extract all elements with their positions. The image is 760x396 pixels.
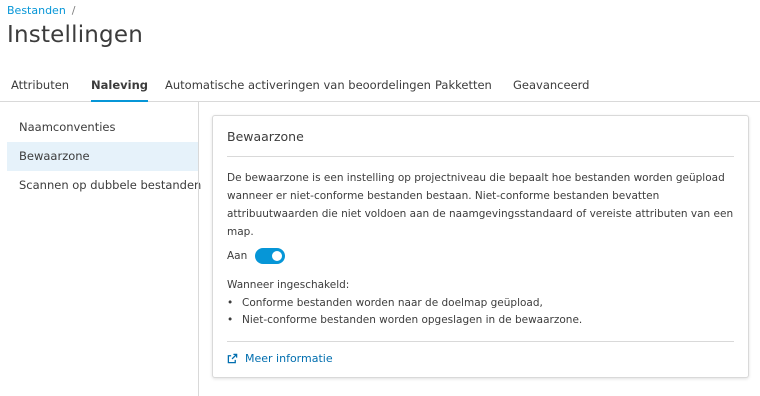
list-item-text: Conforme bestanden worden naar de doelma… bbox=[242, 297, 543, 309]
enabled-bullet-list: • Conforme bestanden worden naar de doel… bbox=[227, 295, 582, 329]
sidebar: Naamconventies Bewaarzone Scannen op dub… bbox=[7, 113, 201, 200]
page-title: Instellingen bbox=[7, 22, 143, 48]
toggle-label: Aan bbox=[227, 250, 248, 262]
tab-geavanceerd[interactable]: Geavanceerd bbox=[513, 78, 589, 101]
meer-informatie-link[interactable]: Meer informatie bbox=[227, 352, 333, 365]
list-item: • Conforme bestanden worden naar de doel… bbox=[227, 295, 582, 312]
card-title: Bewaarzone bbox=[227, 129, 304, 144]
tab-naleving[interactable]: Naleving bbox=[91, 78, 148, 102]
sidebar-item-scannen-dubbele-bestanden[interactable]: Scannen op dubbele bestanden bbox=[7, 171, 201, 200]
breadcrumb-separator: / bbox=[71, 4, 76, 17]
card-description: De bewaarzone is een instelling op proje… bbox=[227, 172, 734, 238]
sidebar-divider bbox=[198, 102, 199, 396]
card-footer-divider bbox=[227, 341, 734, 342]
bewaarzone-toggle[interactable] bbox=[255, 248, 286, 264]
tab-pakketten[interactable]: Pakketten bbox=[435, 78, 492, 101]
tab-bar: Attributen Naleving Automatische activer… bbox=[0, 78, 760, 102]
external-link-icon bbox=[227, 353, 238, 364]
card-title-divider bbox=[227, 156, 734, 157]
tab-attributen[interactable]: Attributen bbox=[11, 78, 69, 101]
toggle-knob bbox=[272, 251, 283, 261]
list-item-text: Niet-conforme bestanden worden opgeslage… bbox=[242, 314, 583, 326]
tab-automatische-activeringen[interactable]: Automatische activeringen van beoordelin… bbox=[165, 78, 431, 101]
toggle-row: Aan bbox=[227, 248, 286, 264]
bullet-dot: • bbox=[227, 297, 234, 309]
meer-informatie-label: Meer informatie bbox=[245, 352, 333, 365]
bullet-dot: • bbox=[227, 314, 234, 326]
list-item: • Niet-conforme bestanden worden opgesla… bbox=[227, 312, 582, 329]
breadcrumb: Bestanden / bbox=[7, 4, 76, 17]
breadcrumb-link-bestanden[interactable]: Bestanden bbox=[7, 4, 66, 17]
when-enabled-label: Wanneer ingeschakeld: bbox=[227, 279, 350, 291]
sidebar-item-naamconventies[interactable]: Naamconventies bbox=[7, 113, 198, 142]
bewaarzone-card: Bewaarzone De bewaarzone is een instelli… bbox=[212, 115, 749, 378]
sidebar-item-bewaarzone[interactable]: Bewaarzone bbox=[7, 142, 198, 171]
